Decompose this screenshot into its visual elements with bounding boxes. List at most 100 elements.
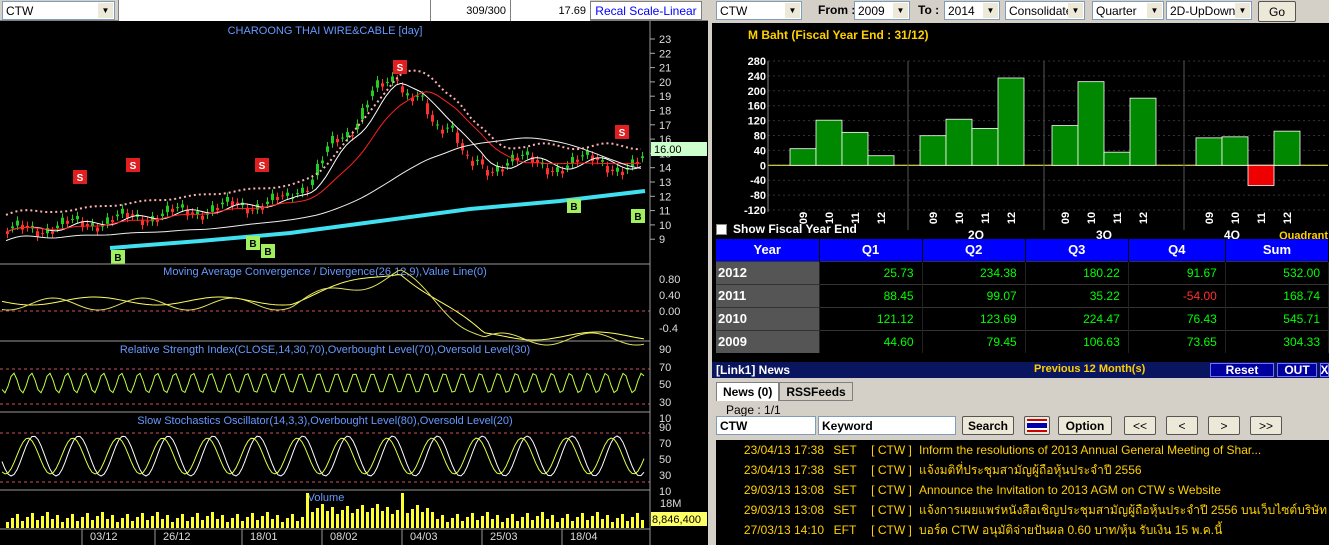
tab-rssfeeds[interactable]: RSSFeeds	[779, 382, 853, 401]
chevron-down-icon[interactable]: ▼	[1147, 3, 1162, 18]
chevron-down-icon[interactable]: ▼	[1068, 3, 1083, 18]
table-row[interactable]: 2011 88.45 99.07 35.22 -54.00 168.74	[716, 283, 1329, 307]
fin-symbol-select[interactable]: CTW ▼	[716, 1, 802, 20]
news-tabs: News (0) RSSFeeds	[716, 382, 853, 401]
candle-body	[36, 231, 39, 237]
chevron-down-icon[interactable]: ▼	[785, 3, 800, 18]
volume-bar	[196, 513, 199, 528]
volume-bar	[166, 515, 169, 528]
table-cell-sum: 532.00	[1225, 260, 1329, 284]
rsi-tick-label: 90	[659, 344, 671, 356]
volume-bar	[586, 520, 589, 528]
candle-body	[546, 168, 549, 175]
volume-bar	[391, 514, 394, 528]
candle-body	[631, 159, 634, 167]
chevron-down-icon[interactable]: ▼	[893, 3, 908, 18]
table-header[interactable]: Sum	[1225, 239, 1329, 261]
table-header[interactable]: Q3	[1025, 239, 1129, 261]
fin-bar	[945, 118, 973, 166]
price-chart[interactable]: CHAROONG THAI WIRE&CABLE [day] SS SSSBBBB…	[0, 21, 708, 545]
candle-body	[471, 160, 474, 166]
volume-bar	[231, 518, 234, 528]
candle-body	[16, 220, 19, 226]
symbol-select[interactable]: CTW ▼	[2, 1, 115, 20]
consolidation-select[interactable]: Consolidated ▼	[1005, 1, 1085, 20]
to-year-select[interactable]: 2014 ▼	[944, 1, 1000, 20]
volume-bar	[371, 508, 374, 528]
candle-body	[66, 220, 69, 224]
table-cell-sum: 168.74	[1225, 283, 1329, 307]
news-item[interactable]: 23/04/13 17:38 SET [ CTW ] Inform the resol…	[716, 440, 1329, 460]
volume-bar	[26, 517, 29, 528]
price-tick-label: 20	[659, 77, 671, 89]
candle-body	[41, 233, 44, 235]
date-axis: 03/12 26/12 18/01 08/02 04/03 25/03 18/04	[0, 528, 650, 545]
fin-bar	[1129, 97, 1157, 166]
first-page-button[interactable]: <<	[1124, 416, 1156, 435]
checkbox[interactable]	[716, 223, 727, 235]
volume-bar	[486, 512, 489, 528]
volume-bar	[266, 512, 269, 528]
search-button[interactable]: Search	[962, 416, 1014, 435]
view-select[interactable]: 2D-UpDown ▼	[1166, 1, 1252, 20]
news-item[interactable]: 27/03/13 14:10 EFT [ CTW ] บอร์ด CTW อนุมัต…	[716, 520, 1329, 540]
table-cell-q1: 44.60	[819, 329, 923, 353]
reset-button[interactable]: Reset	[1210, 363, 1274, 377]
news-item[interactable]: 29/03/13 13:08 SET [ CTW ] Announce the Inv…	[716, 480, 1329, 500]
period-select[interactable]: Quarter ▼	[1092, 1, 1164, 20]
fin-bar	[1195, 137, 1223, 166]
news-list: 23/04/13 17:38 SET [ CTW ] Inform the resol…	[716, 440, 1329, 545]
chevron-down-icon[interactable]: ▼	[98, 3, 113, 18]
volume-bar	[421, 512, 424, 528]
last-page-button[interactable]: >>	[1250, 416, 1282, 435]
news-item[interactable]: 29/03/13 13:08 SET [ CTW ] แจ้งการเผยแพร่หน…	[716, 500, 1329, 520]
from-year-select[interactable]: 2009 ▼	[854, 1, 910, 20]
tab-news[interactable]: News (0)	[716, 382, 780, 401]
recal-scale-button[interactable]: Recal Scale-Linear	[590, 1, 702, 20]
prev-page-button[interactable]: <	[1166, 416, 1198, 435]
keyword-input[interactable]: Keyword	[818, 416, 956, 435]
fin-y-tick-label: 0	[760, 160, 766, 172]
stoch-d-line	[1, 437, 645, 475]
volume-bar	[481, 516, 484, 528]
news-sym: [ CTW ]	[871, 503, 912, 517]
candle-body	[571, 156, 574, 164]
out-button[interactable]: OUT	[1277, 363, 1317, 377]
chevron-down-icon[interactable]: ▼	[1235, 3, 1250, 18]
date-label: 04/03	[410, 531, 438, 543]
ma-200-line	[109, 189, 646, 250]
sell-signal-label: S	[619, 128, 626, 139]
volume-bar	[21, 521, 24, 528]
period-value: Quarter	[1096, 3, 1137, 18]
date-label: 18/04	[570, 531, 598, 543]
go-button[interactable]: Go	[1258, 1, 1296, 22]
chevron-down-icon[interactable]: ▼	[983, 3, 998, 18]
chart-title: CHAROONG THAI WIRE&CABLE [day]	[228, 25, 423, 37]
table-row[interactable]: 2010 121.12 123.69 224.47 76.43 545.71	[716, 306, 1329, 330]
table-row[interactable]: 2012 25.73 234.38 180.22 91.67 532.00	[716, 260, 1329, 284]
news-src: SET	[833, 443, 857, 457]
volume-bar	[551, 515, 554, 528]
news-symbol-input[interactable]: CTW	[716, 416, 816, 435]
volume-bar	[66, 518, 69, 528]
volume-bar	[636, 513, 639, 528]
news-item[interactable]: 23/04/13 17:38 SET [ CTW ] แจ้งมติที่ประชุม…	[716, 460, 1329, 480]
fin-bar	[789, 148, 817, 166]
table-row[interactable]: 2009 44.60 79.45 106.63 73.65 304.33	[716, 329, 1329, 353]
volume-bar	[226, 522, 229, 528]
table-header[interactable]: Q2	[922, 239, 1026, 261]
close-icon[interactable]: X	[1320, 363, 1329, 377]
option-button[interactable]: Option	[1058, 416, 1112, 435]
fin-bar	[1051, 125, 1079, 166]
show-fiscal-year-toggle[interactable]: Show Fiscal Year End	[716, 222, 857, 236]
fin-y-tick-label: -80	[750, 190, 766, 202]
next-page-button[interactable]: >	[1208, 416, 1240, 435]
table-header[interactable]: Year	[716, 239, 820, 261]
candle-body	[171, 208, 174, 212]
rsi-tick-label: 50	[659, 379, 671, 391]
table-cell-q2: 234.38	[922, 260, 1026, 284]
language-flag-button[interactable]	[1024, 416, 1050, 435]
table-header[interactable]: Q4	[1128, 239, 1226, 261]
volume-bar	[616, 518, 619, 528]
table-header[interactable]: Q1	[819, 239, 923, 261]
